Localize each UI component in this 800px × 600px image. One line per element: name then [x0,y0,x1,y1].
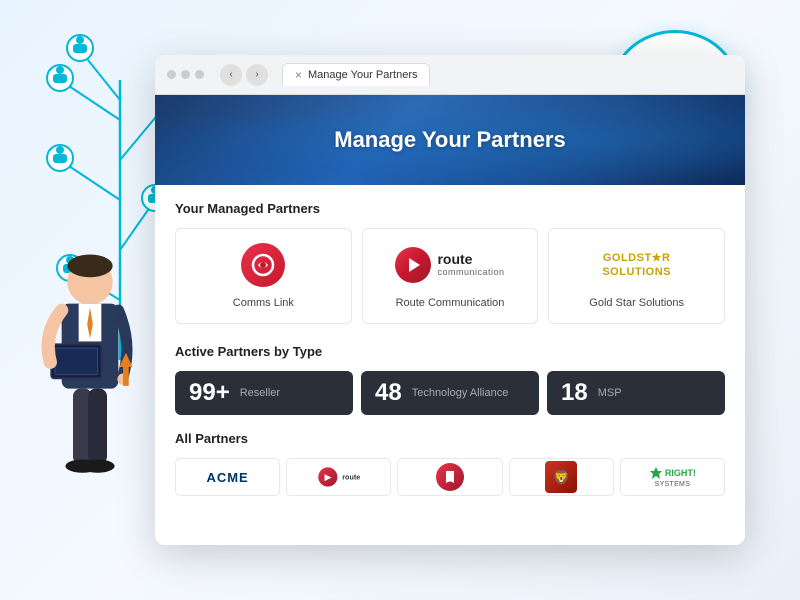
partner3-logo-box[interactable] [397,458,502,496]
right-systems-logo: RIGHT! SYSTEMS [649,466,696,488]
active-partners-grid: 99+ Reseller 48 Technology Alliance 18 M… [175,371,725,415]
person-illustration [20,230,160,570]
route-communication-card[interactable]: route communication Route Communication [362,228,539,324]
reseller-count: 99+ [189,381,230,405]
route-small-logo: ▶ route [318,467,360,486]
page-title: Manage Your Partners [334,127,565,153]
route-logo-box[interactable]: ▶ route [286,458,391,496]
forward-button[interactable]: › [246,64,268,86]
all-partners-section: All Partners ACME ▶ route [175,431,725,496]
active-partners-title: Active Partners by Type [175,344,725,359]
goldstar-logo: GOLDST★R SOLUTIONS [602,243,671,287]
comms-link-logo [241,243,285,287]
active-partners-section: Active Partners by Type 99+ Reseller 48 … [175,344,725,415]
partner3-logo [436,463,464,491]
partners-grid: Comms Link route c [175,228,725,324]
acme-logo-box[interactable]: ACME [175,458,280,496]
route-logo: route communication [395,243,504,287]
dot-2 [181,70,190,79]
tab-close-icon[interactable]: × [295,68,302,82]
tech-alliance-label: Technology Alliance [412,386,509,400]
back-button[interactable]: ‹ [220,64,242,86]
partner4-logo-box[interactable]: 🦁 [509,458,614,496]
right-systems-logo-box[interactable]: RIGHT! SYSTEMS [620,458,725,496]
browser-window: ‹ › × Manage Your Partners Manage Your P… [155,55,745,545]
acme-logo: ACME [206,470,248,485]
msp-label: MSP [598,386,622,400]
comms-link-icon [241,243,285,287]
all-partners-title: All Partners [175,431,725,446]
reseller-label: Reseller [240,386,280,400]
tech-alliance-count: 48 [375,381,402,405]
all-partners-logos: ACME ▶ route [175,458,725,496]
tech-alliance-card: 48 Technology Alliance [361,371,539,415]
browser-nav: ‹ › [220,64,268,86]
reseller-card: 99+ Reseller [175,371,353,415]
route-icon [395,247,431,283]
goldstar-name: Gold Star Solutions [589,297,684,309]
hero-banner: Manage Your Partners [155,95,745,185]
browser-tab[interactable]: × Manage Your Partners [282,63,430,86]
goldstar-card[interactable]: GOLDST★R SOLUTIONS Gold Star Solutions [548,228,725,324]
tab-label: Manage Your Partners [308,69,417,81]
partner4-logo: 🦁 [545,461,577,493]
comms-link-card[interactable]: Comms Link [175,228,352,324]
managed-partners-title: Your Managed Partners [175,201,725,216]
msp-count: 18 [561,381,588,405]
route-text: route communication [437,252,504,277]
dot-3 [195,70,204,79]
msp-card: 18 MSP [547,371,725,415]
comms-link-name: Comms Link [233,297,294,309]
browser-dots [167,70,204,79]
route-name: Route Communication [396,297,505,309]
main-content: Your Managed Partners Comms Link [155,185,745,543]
dot-1 [167,70,176,79]
managed-partners-section: Your Managed Partners Comms Link [175,201,725,324]
browser-chrome: ‹ › × Manage Your Partners [155,55,745,95]
